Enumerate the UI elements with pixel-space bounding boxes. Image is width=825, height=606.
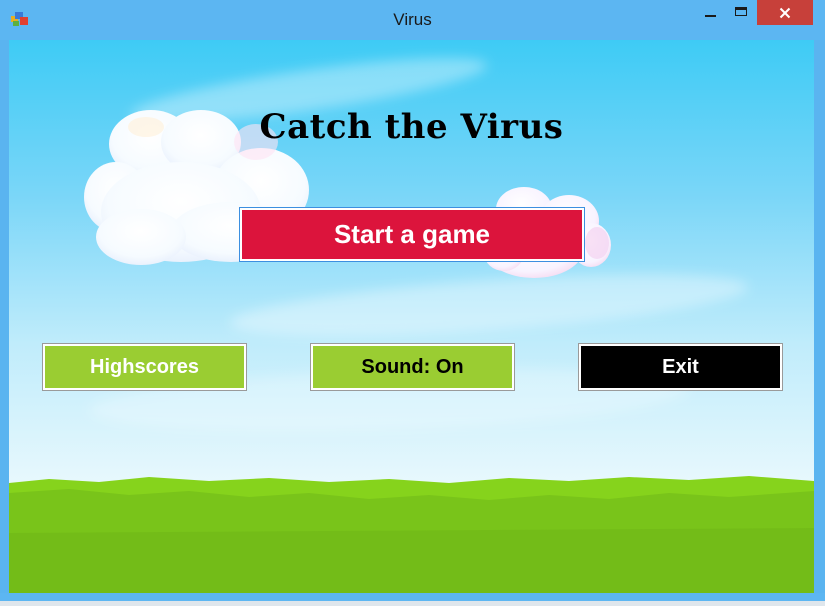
highscores-button[interactable]: Highscores	[42, 343, 247, 391]
title-bar[interactable]: Virus	[0, 0, 825, 40]
grass-ground	[9, 476, 814, 593]
maximize-button[interactable]	[727, 0, 754, 25]
close-button[interactable]	[757, 0, 813, 25]
game-window: Virus Catch the Virus Start a game Highs…	[0, 0, 825, 606]
start-game-button[interactable]: Start a game	[239, 207, 585, 262]
minimize-button[interactable]	[697, 0, 724, 25]
close-icon	[779, 7, 791, 18]
minimize-icon	[705, 14, 716, 17]
window-bottom-border	[0, 593, 825, 606]
maximize-icon	[734, 7, 747, 16]
sound-toggle-button[interactable]: Sound: On	[310, 343, 515, 391]
game-canvas: Catch the Virus Start a game Highscores …	[9, 40, 814, 593]
exit-button[interactable]: Exit	[578, 343, 783, 391]
game-title: Catch the Virus	[259, 107, 564, 147]
taskbar-strip	[0, 601, 825, 606]
